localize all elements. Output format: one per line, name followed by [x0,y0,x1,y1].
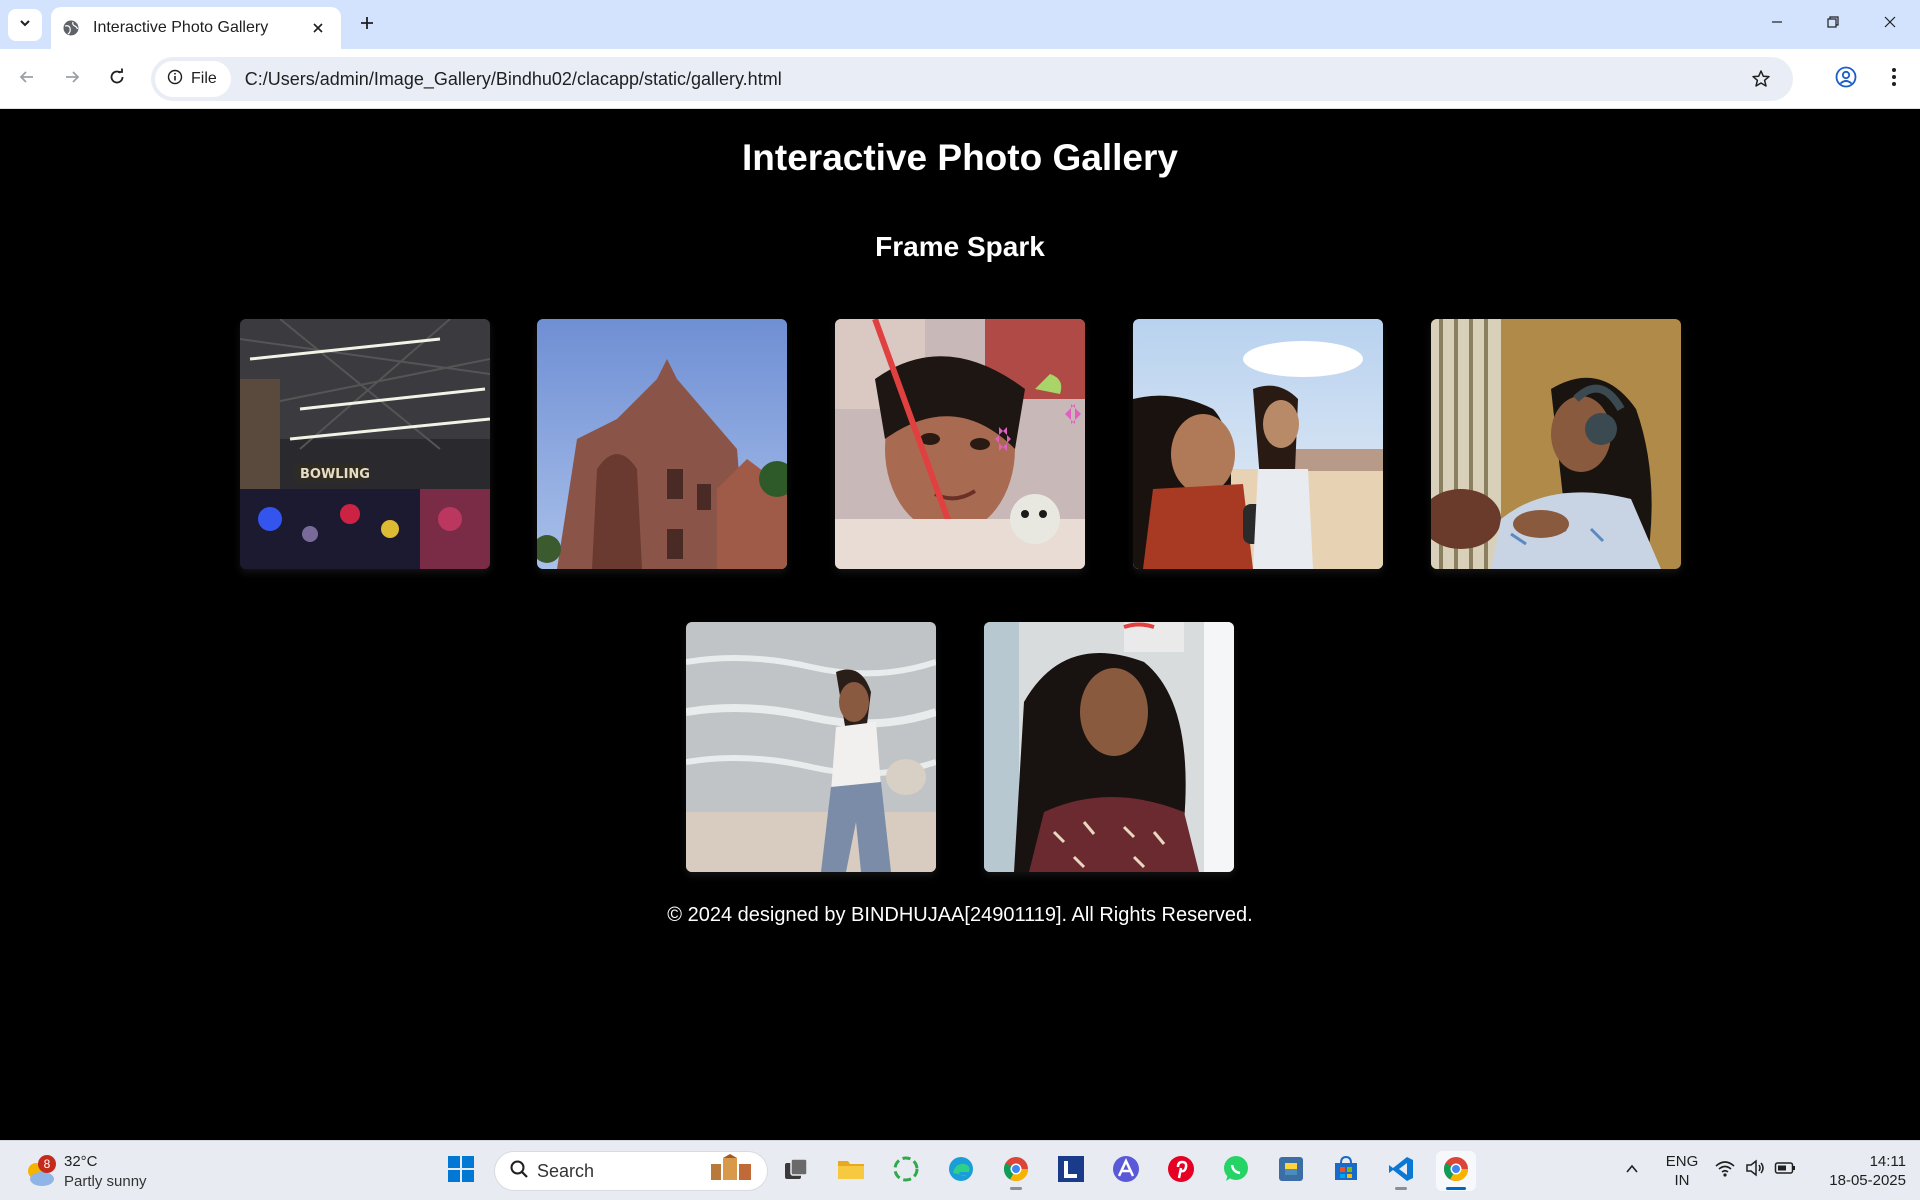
taskbar-search[interactable]: Search [494,1151,768,1191]
site-info-chip[interactable]: File [155,61,231,97]
info-icon [167,69,183,90]
back-button[interactable] [11,63,43,95]
windows-taskbar: 8 32°C Partly sunny Search ENG IN 14:11 … [0,1140,1920,1200]
gallery-page: Interactive Photo Gallery Frame Spark BO… [0,109,1920,1140]
search-label: Search [537,1160,595,1181]
selfie-with-butterflies-photo[interactable] [835,319,1085,569]
task-view-icon [783,1157,809,1186]
beach-friends-photo[interactable] [1133,319,1383,569]
weather-temperature: 32°C [64,1153,98,1170]
python-button[interactable] [1271,1151,1311,1191]
close-window-button[interactable] [1870,8,1910,40]
file-explorer-button[interactable] [831,1151,871,1191]
chrome-active-indicator [1446,1187,1466,1190]
circular-app-button[interactable] [886,1151,926,1191]
system-tray[interactable] [1714,1157,1796,1184]
circular-app-icon [892,1155,920,1188]
bowling-sign-text: BOWLING [300,467,370,482]
new-tab-button[interactable] [353,11,381,39]
edge-button[interactable] [941,1151,981,1191]
palace-building-photo[interactable] [537,319,787,569]
tab-search-button[interactable] [8,9,42,41]
search-icon [509,1159,529,1184]
globe-icon [61,18,81,38]
site-chip-label: File [191,70,217,87]
address-bar[interactable]: File C:/Users/admin/Image_Gallery/Bindhu… [151,57,1793,101]
language-region: IN [1674,1172,1690,1189]
girl-with-headphones-photo[interactable] [1431,319,1681,569]
store-icon [1332,1155,1360,1188]
minimize-button[interactable] [1757,8,1797,40]
battery-icon [1774,1157,1796,1184]
pinterest-button[interactable] [1161,1151,1201,1191]
bookmark-star-icon[interactable] [1743,61,1779,97]
arrow-right-icon [63,68,81,91]
footer-copyright: © 2024 designed by BINDHUJAA[24901119]. … [667,904,1253,926]
l-app-button[interactable] [1051,1151,1091,1191]
url-text[interactable]: C:/Users/admin/Image_Gallery/Bindhu02/cl… [245,69,1743,90]
store-button[interactable] [1326,1151,1366,1191]
arrow-left-icon [18,68,36,91]
browser-toolbar: File C:/Users/admin/Image_Gallery/Bindhu… [0,49,1920,109]
chevron-up-icon [1625,1162,1639,1181]
show-hidden-icons-button[interactable] [1618,1157,1646,1185]
browser-tab-bar: Interactive Photo Gallery [0,0,1920,49]
weather-widget[interactable]: 8 32°C Partly sunny [24,1149,164,1193]
search-highlight-icon [707,1153,759,1189]
arc-app-button[interactable] [1106,1151,1146,1191]
bowling-arcade-photo[interactable]: BOWLING [240,319,490,569]
task-view-button[interactable] [776,1151,816,1191]
restore-icon [1826,15,1840,34]
page-subtitle: Frame Spark [875,231,1045,262]
girl-on-beach-photo[interactable] [686,622,936,872]
edge-icon [947,1155,975,1188]
browser-menu-button[interactable] [1877,62,1911,96]
file-explorer-icon [837,1157,865,1186]
windows-start-button[interactable] [441,1151,481,1191]
minimize-icon [1770,15,1784,34]
forward-button[interactable] [56,63,88,95]
pinterest-icon [1167,1155,1195,1188]
browser-tab[interactable]: Interactive Photo Gallery [51,7,341,49]
chrome-active-button[interactable] [1436,1151,1476,1191]
language-code: ENG [1665,1153,1699,1170]
whatsapp-icon [1222,1155,1250,1188]
close-tab-icon[interactable] [307,17,329,39]
profile-button[interactable] [1829,62,1863,96]
vscode-icon [1387,1155,1415,1188]
tab-title: Interactive Photo Gallery [93,19,269,36]
weather-description: Partly sunny [64,1173,147,1190]
chrome-button[interactable] [996,1151,1036,1191]
vscode-running-indicator [1395,1187,1407,1190]
clock-date: 18-05-2025 [1829,1172,1906,1189]
arc-app-icon [1112,1155,1140,1188]
reload-icon [108,68,126,91]
page-title: Interactive Photo Gallery [742,137,1178,178]
chrome-icon [1002,1155,1030,1188]
clock-time: 14:11 [1869,1153,1906,1170]
windows-start-icon [447,1155,475,1188]
vscode-button[interactable] [1381,1151,1421,1191]
profile-avatar-icon [1835,66,1857,93]
taskbar-clock[interactable]: 14:11 18-05-2025 [1806,1152,1906,1190]
python-icon [1277,1155,1305,1188]
girl-portrait-photo[interactable] [984,622,1234,872]
input-language[interactable]: ENG IN [1660,1152,1704,1190]
kebab-menu-icon [1891,67,1897,92]
reload-button[interactable] [101,63,133,95]
plus-icon [359,15,375,36]
whatsapp-button[interactable] [1216,1151,1256,1191]
chevron-down-icon [18,16,32,35]
l-app-icon [1057,1155,1085,1188]
weather-badge: 8 [38,1155,56,1173]
chrome-active-icon [1442,1155,1470,1188]
wifi-icon [1714,1157,1736,1184]
volume-icon [1744,1157,1766,1184]
restore-button[interactable] [1813,8,1853,40]
close-icon [1883,15,1897,34]
chrome-running-indicator [1010,1187,1022,1190]
